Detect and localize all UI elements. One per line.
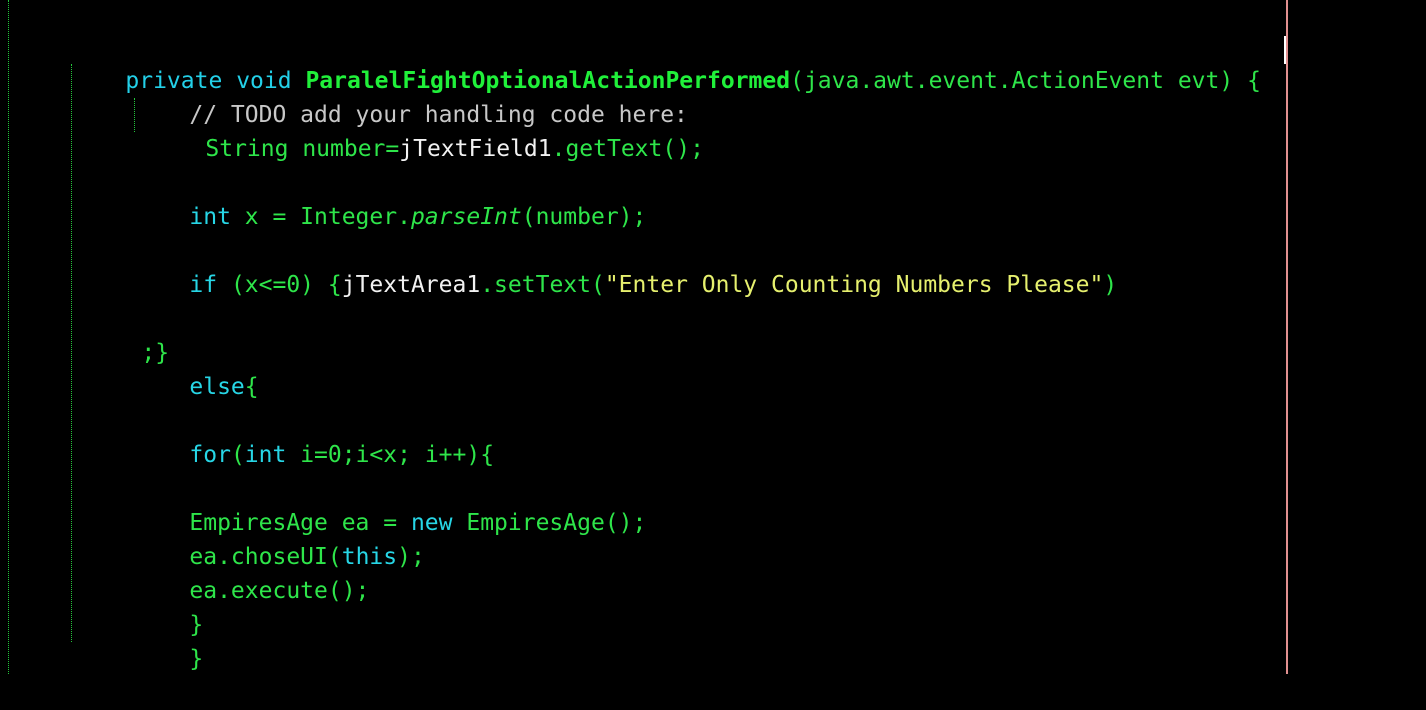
settext-call: .setText( xyxy=(480,272,605,298)
left-gutter-guide xyxy=(8,0,9,674)
code-line-3[interactable]: String number=jTextField1.getText(); xyxy=(150,98,704,162)
parseint-args: (number); xyxy=(521,204,647,230)
parseint-method: parseInt xyxy=(410,204,522,230)
code-line-9[interactable]: EmpiresAge ea = new EmpiresAge(); xyxy=(134,472,646,536)
keyword-int-loop: int xyxy=(244,442,287,468)
keyword-for: for xyxy=(189,442,231,468)
code-line-5[interactable]: if (x<=0) {jTextArea1.setText("Enter Onl… xyxy=(134,234,1117,298)
if-condition: (x<=0) { xyxy=(217,272,342,298)
else-close-brace: } xyxy=(189,646,204,672)
code-line-1[interactable]: private void ParalelFightOptionalActionP… xyxy=(70,30,1261,94)
code-line-6[interactable]: ;} xyxy=(86,302,169,366)
code-line-8[interactable]: for(int i=0;i<x; i++){ xyxy=(134,404,494,468)
code-editor[interactable]: private void ParalelFightOptionalActionP… xyxy=(0,0,1426,674)
for-rest: i=0;i<x; i++){ xyxy=(286,442,495,468)
textfield-ref: jTextField1 xyxy=(399,136,552,162)
else-brace: { xyxy=(244,374,259,400)
keyword-if: if xyxy=(189,272,218,298)
code-line-12[interactable]: } xyxy=(134,574,203,638)
execute-call: ea.execute(); xyxy=(189,578,370,604)
keyword-int: int xyxy=(189,204,231,230)
empiresage-ctor: EmpiresAge(); xyxy=(452,510,647,536)
textarea-ref: jTextArea1 xyxy=(341,272,481,298)
code-line-10[interactable]: ea.choseUI(this); xyxy=(134,506,424,570)
code-line-13[interactable]: } xyxy=(134,608,203,672)
int-decl: x = Integer. xyxy=(230,204,411,230)
gettext-call: .getText(); xyxy=(551,136,704,162)
for-open: ( xyxy=(230,442,245,468)
string-literal: "Enter Only Counting Numbers Please" xyxy=(604,272,1104,298)
method-indent-guide xyxy=(71,64,72,642)
param-name: evt) { xyxy=(1177,68,1261,94)
method-params: (java.awt.event.ActionEvent xyxy=(790,68,1178,94)
choseui-close: ); xyxy=(397,544,425,570)
right-margin-line xyxy=(1286,0,1288,674)
text-caret xyxy=(1284,36,1286,64)
keyword-else: else xyxy=(189,374,245,400)
code-line-11[interactable]: ea.execute(); xyxy=(134,540,369,604)
string-decl: String number= xyxy=(205,136,400,162)
code-line-4[interactable]: int x = Integer.parseInt(number); xyxy=(134,166,646,230)
code-line-7[interactable]: else{ xyxy=(134,336,258,400)
code-line-2[interactable]: // TODO add your handling code here: xyxy=(134,64,688,128)
settext-close: ) xyxy=(1103,272,1118,298)
